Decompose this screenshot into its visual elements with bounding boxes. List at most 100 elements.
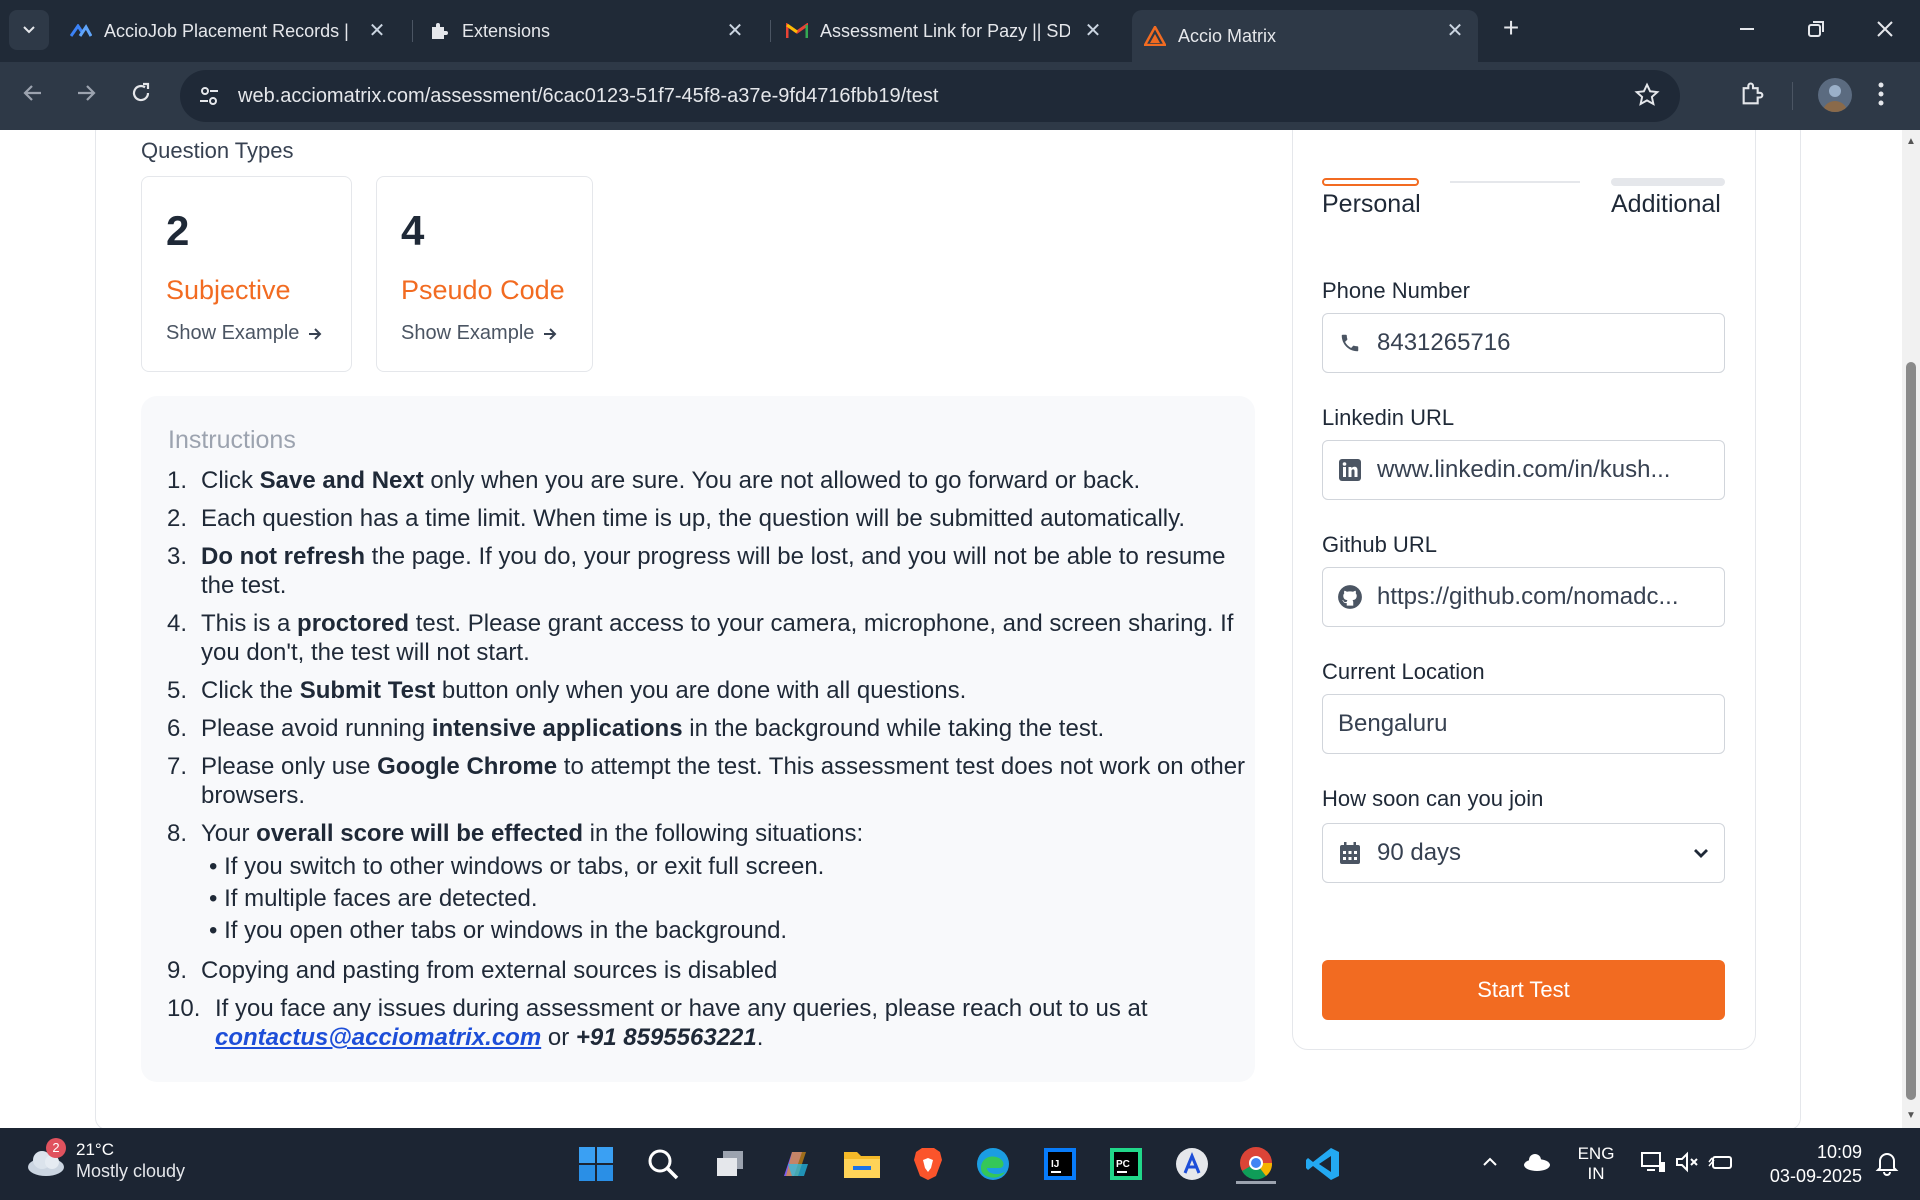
join-value: 90 days xyxy=(1377,839,1462,866)
language-indicator[interactable]: ENG IN xyxy=(1576,1144,1616,1184)
instruction-number: 1. xyxy=(167,467,188,494)
arrow-right-icon xyxy=(309,327,322,340)
intellij-icon[interactable]: IJ xyxy=(1040,1144,1080,1184)
question-type-card-subjective: 2 Subjective Show Example xyxy=(141,176,352,372)
tab-gmail[interactable]: Assessment Link for Pazy || SDE ✕ xyxy=(786,10,1116,52)
file-explorer-icon[interactable] xyxy=(842,1144,882,1184)
scroll-up-arrow-icon[interactable]: ▲ xyxy=(1905,136,1917,148)
menu-kebab-icon[interactable] xyxy=(1876,80,1886,113)
tab-acciojob[interactable]: AccioJob Placement Records | S ✕ xyxy=(70,10,400,52)
step-label-additional[interactable]: Additional xyxy=(1611,190,1721,219)
instruction-text: Please only use xyxy=(201,753,378,780)
scroll-down-arrow-icon[interactable]: ▼ xyxy=(1905,1110,1917,1122)
back-button[interactable] xyxy=(17,80,49,112)
reload-button[interactable] xyxy=(125,80,157,112)
contact-email-link[interactable]: contactus@acciomatrix.com xyxy=(215,1024,541,1051)
task-view-icon[interactable] xyxy=(710,1144,750,1184)
onedrive-cloud-icon[interactable] xyxy=(1522,1150,1552,1177)
address-bar[interactable]: web.acciomatrix.com/assessment/6cac0123-… xyxy=(180,70,1680,122)
instruction-number: 2. xyxy=(167,505,188,532)
page-scrollbar[interactable]: ▲ ▼ xyxy=(1902,130,1920,1128)
instruction-bold: Save and Next xyxy=(259,467,424,494)
instruction-text: in the following situations: xyxy=(582,820,864,847)
region-code: IN xyxy=(1587,1164,1605,1183)
chrome-icon[interactable] xyxy=(1236,1144,1276,1184)
edge-browser-icon[interactable] xyxy=(973,1144,1013,1184)
restore-button[interactable] xyxy=(1801,14,1831,44)
tab-search-button[interactable] xyxy=(9,10,49,50)
step-label-personal[interactable]: Personal xyxy=(1322,190,1421,219)
brave-browser-icon[interactable] xyxy=(908,1144,948,1184)
show-example-link[interactable]: Show Example xyxy=(166,322,323,345)
step-progress-additional xyxy=(1611,178,1725,186)
language-code: ENG xyxy=(1577,1144,1615,1163)
instruction-number: 4. xyxy=(167,610,188,637)
instruction-number: 3. xyxy=(167,543,188,570)
instruction-number: 9. xyxy=(167,957,188,984)
instruction-number: 7. xyxy=(167,753,188,780)
phone-field[interactable]: 8431265716 xyxy=(1322,313,1725,373)
instruction-text: Please avoid running xyxy=(201,715,432,742)
github-label: Github URL xyxy=(1322,532,1437,557)
instruction-number: 5. xyxy=(167,677,188,704)
network-icon[interactable] xyxy=(1640,1150,1666,1179)
instruction-text: Your xyxy=(201,820,257,847)
tab-title: Extensions xyxy=(462,20,551,41)
avatar[interactable] xyxy=(1818,78,1852,112)
tab-extensions[interactable]: Extensions ✕ xyxy=(428,10,758,52)
instruction-text: only when you are sure. You are not allo… xyxy=(423,467,1141,494)
weather-widget[interactable]: 2 21°C Mostly cloudy xyxy=(24,1138,185,1182)
instruction-bold: Do not refresh xyxy=(201,543,366,570)
new-tab-button[interactable]: + xyxy=(1496,14,1526,44)
github-field[interactable]: https://github.com/nomadc... xyxy=(1322,567,1725,627)
tab-accio-matrix[interactable]: Accio Matrix ✕ xyxy=(1132,10,1478,62)
close-icon[interactable]: ✕ xyxy=(724,20,746,42)
battery-icon[interactable] xyxy=(1708,1150,1734,1179)
close-icon[interactable]: ✕ xyxy=(366,20,388,42)
site-info-icon[interactable] xyxy=(196,83,222,109)
show-example-link[interactable]: Show Example xyxy=(401,322,558,345)
instruction-text: If you face any issues during assessment… xyxy=(215,995,1148,1022)
arrow-left-icon xyxy=(23,85,41,101)
location-label: Current Location xyxy=(1322,659,1485,684)
minimize-button[interactable] xyxy=(1732,14,1762,44)
volume-muted-icon[interactable] xyxy=(1674,1150,1700,1179)
location-field[interactable]: Bengaluru xyxy=(1322,694,1725,754)
vscode-icon[interactable] xyxy=(1303,1144,1343,1184)
app-store-icon[interactable] xyxy=(1172,1144,1212,1184)
forward-button[interactable] xyxy=(70,80,102,112)
phone-icon xyxy=(1337,330,1363,356)
instruction-text: Click the xyxy=(201,677,300,704)
step-progress-personal xyxy=(1322,178,1419,186)
pycharm-icon[interactable]: PC xyxy=(1106,1144,1146,1184)
linkedin-field[interactable]: www.linkedin.com/in/kush... xyxy=(1322,440,1725,500)
phone-value: 8431265716 xyxy=(1377,329,1511,356)
instruction-text: Each question has a time limit. When tim… xyxy=(201,505,1186,532)
instruction-text: Copying and pasting from external source… xyxy=(201,957,778,984)
instruction-item: 10. If you face any issues during assessm… xyxy=(167,994,1247,1052)
extensions-icon[interactable] xyxy=(1739,80,1767,113)
tab-title: AccioJob Placement Records | S xyxy=(104,20,354,41)
scrollbar-thumb[interactable] xyxy=(1906,362,1916,1100)
search-icon[interactable] xyxy=(643,1144,683,1184)
copilot-icon[interactable] xyxy=(776,1144,816,1184)
join-select[interactable]: 90 days xyxy=(1322,823,1725,883)
start-test-button[interactable]: Start Test xyxy=(1322,960,1725,1020)
close-icon[interactable]: ✕ xyxy=(1444,20,1466,42)
weather-badge: 2 xyxy=(46,1138,66,1158)
close-icon[interactable]: ✕ xyxy=(1082,20,1104,42)
windows-start-icon[interactable] xyxy=(576,1144,616,1184)
notification-bell-icon[interactable] xyxy=(1874,1150,1900,1181)
clock[interactable]: 10:09 03-09-2025 xyxy=(1752,1140,1862,1188)
instruction-item: 1. Click Save and Next only when you are … xyxy=(167,466,1247,495)
tray-overflow-chevron-icon[interactable] xyxy=(1480,1152,1500,1177)
instruction-item: 6. Please avoid running intensive applica… xyxy=(167,714,1247,743)
accio-matrix-icon xyxy=(1144,25,1166,47)
instruction-text: in the background while taking the test. xyxy=(682,715,1105,742)
instruction-bold: proctored xyxy=(297,610,410,637)
bookmark-star-icon[interactable] xyxy=(1634,82,1660,113)
temperature: 21°C xyxy=(76,1140,114,1159)
close-window-button[interactable] xyxy=(1870,14,1900,44)
instruction-bold: overall score will be effected xyxy=(256,820,583,847)
instruction-sub-item: • If multiple faces are detected. xyxy=(209,885,538,912)
